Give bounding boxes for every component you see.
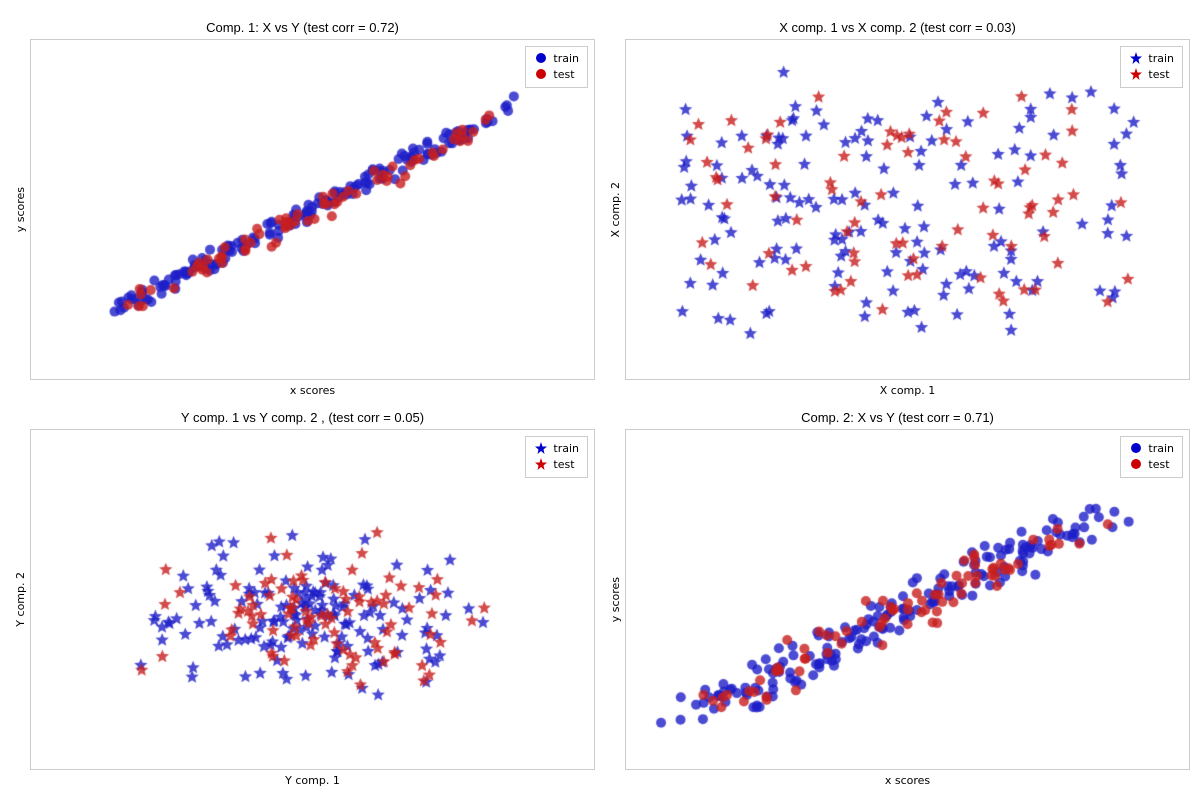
plot4-test-icon [1129,457,1143,471]
plot1-train-label: train [553,52,579,65]
plot3-canvas-wrapper: train test [30,429,595,770]
plot2-test-label: test [1148,68,1169,81]
plot3-train-label: train [553,442,579,455]
plot4-xlabel: x scores [885,774,930,787]
plot1-ylabel: y scores [14,187,27,232]
plot4-train-label: train [1148,442,1174,455]
plot2-canvas-wrapper: train test [625,39,1190,380]
plot4-area: y scores train [605,429,1190,770]
plot2-xlabel: X comp. 1 [880,384,936,397]
plot2-xlabel-container: X comp. 1 [615,380,1200,400]
plot3-legend-train: train [534,441,579,455]
plot1-xlabel: x scores [290,384,335,397]
plot2-legend-test: test [1129,67,1174,81]
plot2-train-label: train [1148,52,1174,65]
plot1-canvas [31,40,594,379]
main-container: Comp. 1: X vs Y (test corr = 0.72) y sco… [0,0,1200,800]
plot1-legend-test: test [534,67,579,81]
plot2-train-icon [1129,51,1143,65]
plot3-test-label: test [553,458,574,471]
plot1-canvas-wrapper: train test [30,39,595,380]
plot2-title: X comp. 1 vs X comp. 2 (test corr = 0.03… [779,20,1016,35]
plot4-ylabel: y scores [609,577,622,622]
plot4-inner: train test [625,429,1190,770]
plot1-inner: train test [30,39,595,380]
plot4-title: Comp. 2: X vs Y (test corr = 0.71) [801,410,994,425]
plot4-legend-test: test [1129,457,1174,471]
plot-cell-1: Comp. 1: X vs Y (test corr = 0.72) y sco… [10,20,595,400]
plot3-legend: train test [525,436,588,478]
plot3-xlabel-container: Y comp. 1 [20,770,605,790]
plot1-area: y scores train [10,39,595,380]
plot1-train-icon [534,51,548,65]
plot1-xlabel-container: x scores [20,380,605,400]
plot4-canvas-wrapper: train test [625,429,1190,770]
plot3-area: Y comp. 2 train [10,429,595,770]
plot3-test-icon [534,457,548,471]
plot3-title: Y comp. 1 vs Y comp. 2 , (test corr = 0.… [181,410,424,425]
plot2-test-icon [1129,67,1143,81]
plot3-inner: train test [30,429,595,770]
plot2-legend: train test [1120,46,1183,88]
plot2-inner: train test [625,39,1190,380]
plot-cell-3: Y comp. 1 vs Y comp. 2 , (test corr = 0.… [10,410,595,790]
plot2-ylabel: X comp. 2 [609,182,622,238]
plot2-canvas [626,40,1189,379]
plot3-xlabel: Y comp. 1 [285,774,340,787]
plot1-legend: train test [525,46,588,88]
plot-cell-2: X comp. 1 vs X comp. 2 (test corr = 0.03… [605,20,1190,400]
plot3-canvas [31,430,594,769]
plot4-legend-train: train [1129,441,1174,455]
plot3-legend-test: test [534,457,579,471]
plot4-canvas [626,430,1189,769]
plot4-xlabel-container: x scores [615,770,1200,790]
plot4-legend: train test [1120,436,1183,478]
plot1-legend-train: train [534,51,579,65]
plot3-train-icon [534,441,548,455]
plot2-area: X comp. 2 train [605,39,1190,380]
plot-cell-4: Comp. 2: X vs Y (test corr = 0.71) y sco… [605,410,1190,790]
plot3-ylabel: Y comp. 2 [14,572,27,627]
plot1-test-label: test [553,68,574,81]
plot4-test-label: test [1148,458,1169,471]
plot1-title: Comp. 1: X vs Y (test corr = 0.72) [206,20,399,35]
plot2-legend-train: train [1129,51,1174,65]
plot1-test-icon [534,67,548,81]
plot4-train-icon [1129,441,1143,455]
